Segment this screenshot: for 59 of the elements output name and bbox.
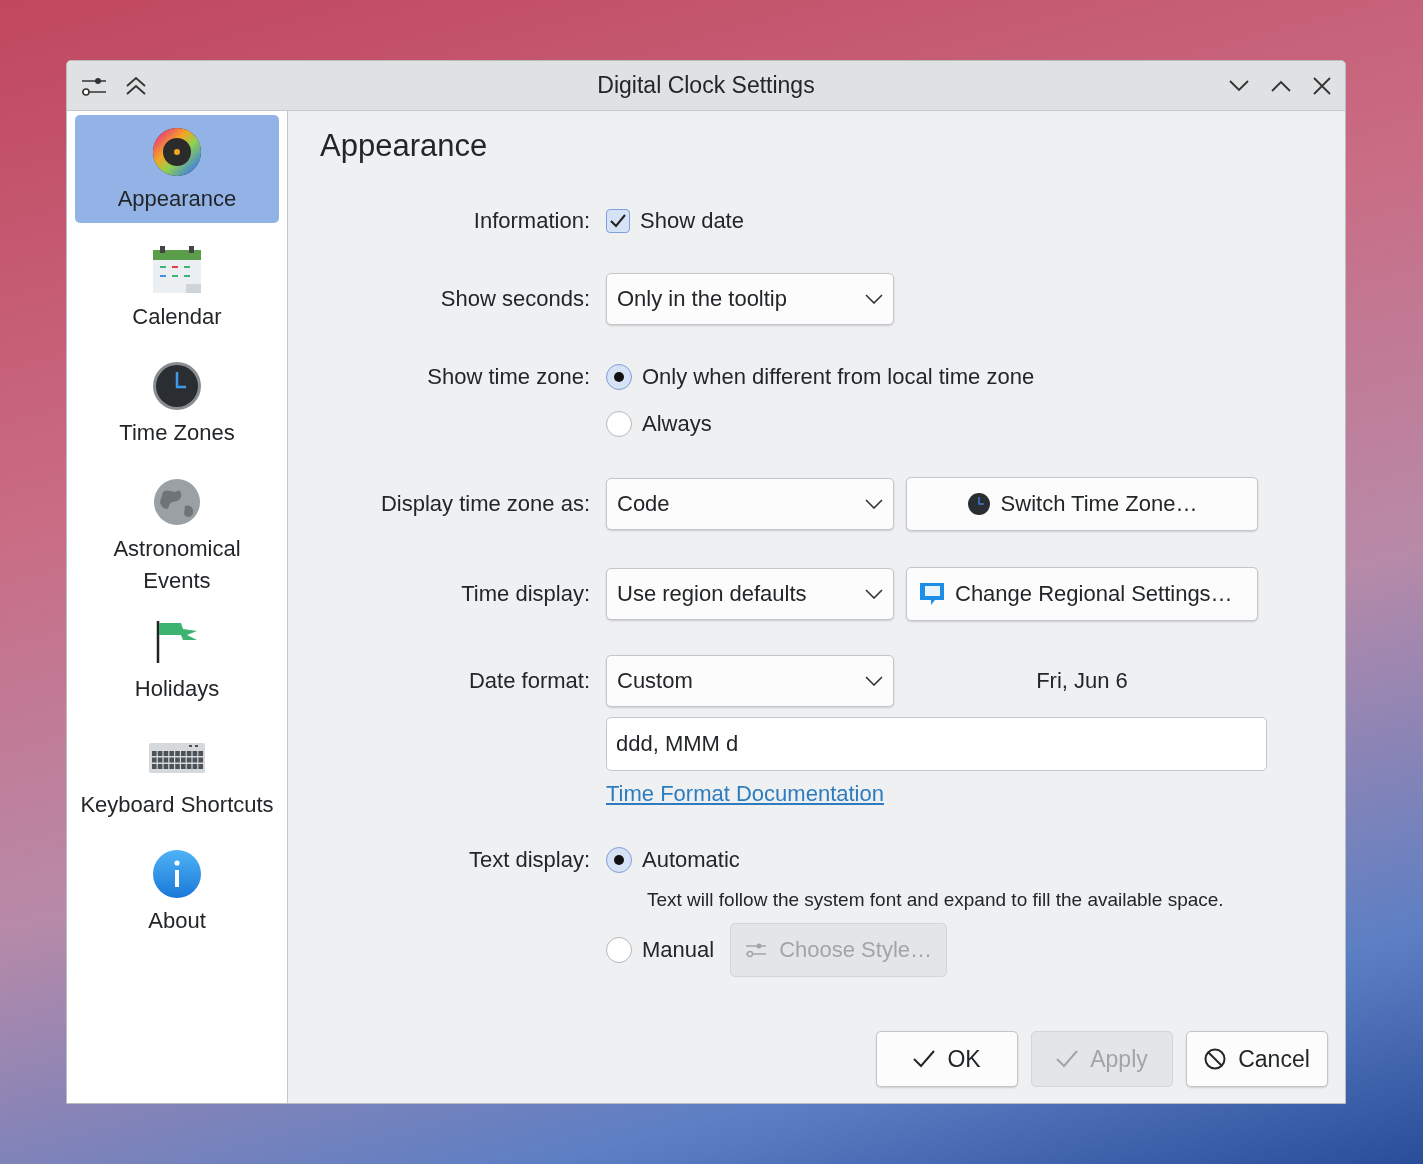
double-chevron-up-icon[interactable] [125,76,147,95]
sidebar-item[interactable]: Keyboard Shortcuts [75,721,279,837]
sidebar-item[interactable]: About [75,837,279,953]
date-preview: Fri, Jun 6 [1035,668,1129,694]
chevron-down-icon [865,294,883,304]
page-title: Appearance [319,127,489,165]
radio-button[interactable] [606,847,632,873]
speech-bubble-icon [919,581,945,607]
cancel-button[interactable]: Cancel [1186,1031,1328,1087]
hint-text: Text will follow the system font and expand to fill the available space. [646,889,1224,911]
dropdown[interactable]: Code [606,478,894,530]
minimize-icon[interactable] [1229,79,1249,92]
field-label: Display time zone as: [379,491,590,517]
radio-button[interactable] [606,364,632,390]
radio-label: Only when different from local time zone [642,364,1035,390]
radio-button[interactable] [606,411,632,437]
keyboard-icon [149,743,205,773]
radio-label: Always [642,411,712,437]
radio-label: Manual [642,937,715,963]
chevron-down-icon [865,499,883,509]
calendar-icon [152,246,202,294]
dropdown[interactable]: Use region defaults [606,568,894,620]
radio-label: Automatic [642,847,740,873]
cancel-icon [1204,1048,1227,1070]
field-label: Information: [472,208,590,234]
field-label: Show seconds: [439,286,590,312]
flag-icon [155,620,199,664]
clock-icon [966,492,991,516]
clock-icon [152,361,202,411]
sidebar-item[interactable]: Astronomical Events [75,465,279,605]
regional-settings-button[interactable]: Change Regional Settings… [906,567,1258,621]
field-label: Show time zone: [426,364,590,390]
switch-time-zone-button[interactable]: Switch Time Zone… [906,477,1258,531]
dropdown[interactable]: Custom [606,655,894,707]
field-label: Text display: [467,847,590,873]
documentation-link[interactable]: Time Format Documentation [606,781,884,807]
radio-button[interactable] [606,937,632,963]
info-icon [152,849,202,899]
sidebar-item[interactable]: Appearance [75,115,279,223]
ok-button[interactable]: OK [876,1031,1018,1087]
checkbox-label: Show date [640,208,744,234]
field-label: Date format: [467,668,590,694]
color-wheel-icon [151,126,203,178]
date-format-field[interactable]: ddd, MMM d [606,717,1267,771]
maximize-icon[interactable] [1271,79,1291,92]
checkmark-icon [1056,1050,1079,1068]
sidebar-item[interactable]: Holidays [75,605,279,721]
window-title: Digital Clock Settings [597,72,815,99]
checkbox[interactable] [606,209,630,233]
chevron-down-icon [865,676,883,686]
dropdown[interactable]: Only in the tooltip [606,273,894,325]
close-icon[interactable] [1313,76,1331,95]
chevron-down-icon [865,589,883,599]
globe-icon [153,478,201,526]
sidebar-item[interactable]: Time Zones [75,349,279,465]
sliders-icon [745,941,768,959]
field-label: Time display: [460,581,590,607]
checkmark-icon [913,1050,936,1068]
sidebar-item[interactable]: Calendar [75,233,279,349]
